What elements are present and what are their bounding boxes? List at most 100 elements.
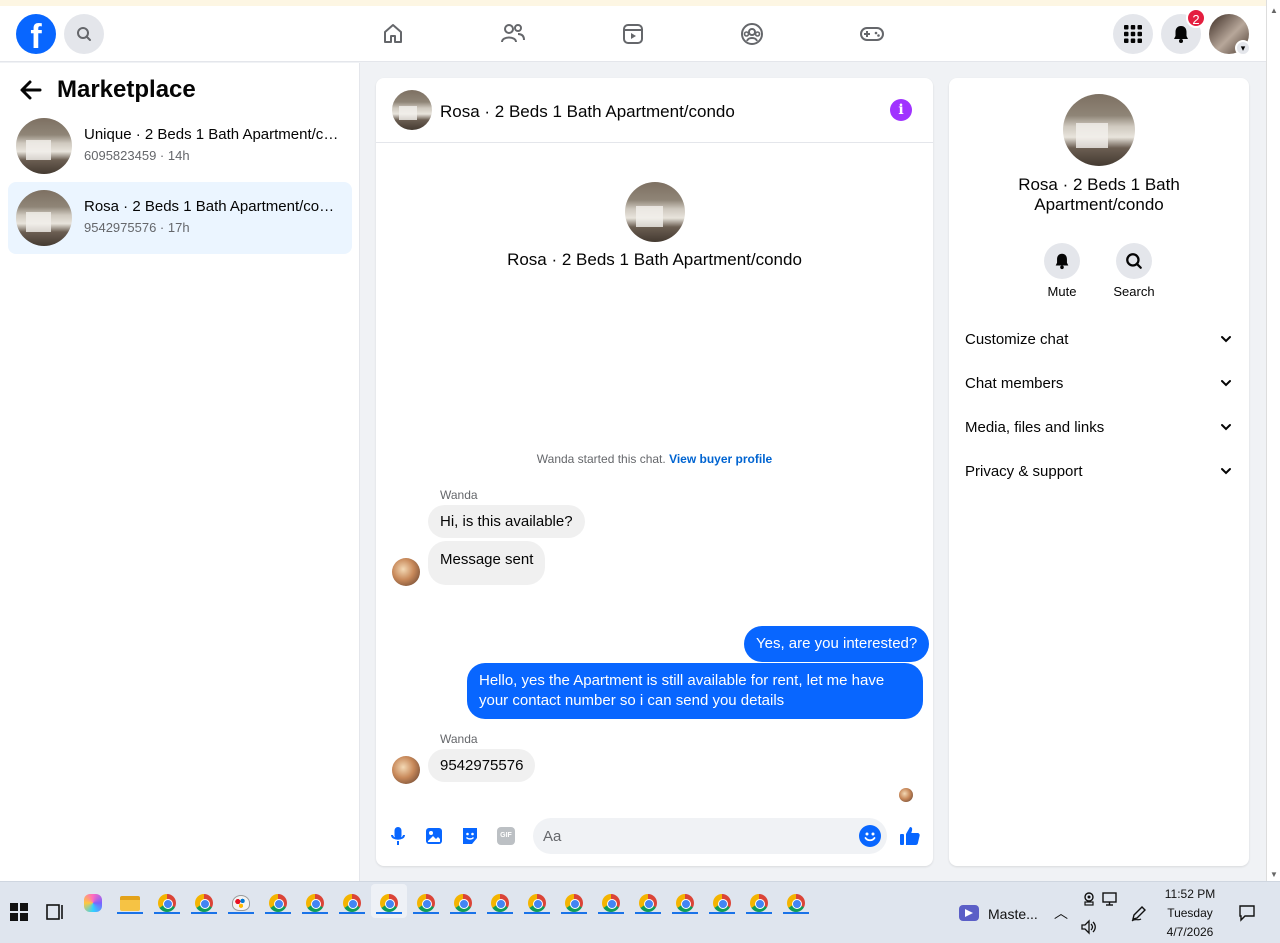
listing-thumbnail-large[interactable] xyxy=(1063,94,1135,166)
menu-button[interactable] xyxy=(1113,14,1153,54)
volume-button[interactable] xyxy=(1076,914,1102,940)
message-bubble-incoming[interactable]: 9542975576 xyxy=(428,749,536,782)
mute-button[interactable] xyxy=(1044,243,1080,279)
chrome-icon xyxy=(417,894,435,912)
chevron-up-icon[interactable]: ︿ xyxy=(1054,903,1068,923)
customize-chat-row[interactable]: Customize chat xyxy=(957,318,1241,362)
page-scrollbar[interactable]: ▲ ▼ xyxy=(1266,0,1280,881)
taskbar-active-indicator xyxy=(487,912,513,914)
nav-groups-button[interactable] xyxy=(738,20,766,48)
section-label: Customize chat xyxy=(965,331,1069,348)
taskbar-active-indicator xyxy=(635,912,661,914)
facebook-logo[interactable]: f xyxy=(16,14,56,54)
gif-button[interactable]: GIF xyxy=(494,824,518,848)
taskbar-active-indicator xyxy=(783,912,809,914)
message-bubble-outgoing[interactable]: Hello, yes the Apartment is still availa… xyxy=(467,663,923,719)
top-navigation-bar: f 2 ▾ xyxy=(0,6,1266,62)
conversation-item-active[interactable]: Rosa · 2 Beds 1 Bath Apartment/condo 954… xyxy=(8,182,352,254)
notification-badge: 2 xyxy=(1186,8,1206,28)
nav-video-button[interactable] xyxy=(619,20,647,48)
sticker-button[interactable] xyxy=(458,824,482,848)
chat-members-row[interactable]: Chat members xyxy=(957,362,1241,406)
scroll-up-icon[interactable]: ▲ xyxy=(1270,6,1278,15)
message-input-box[interactable] xyxy=(533,818,887,854)
zoom-taskbar-button[interactable] xyxy=(956,900,982,926)
details-title: Rosa · 2 Beds 1 Bath Apartment/condo xyxy=(1018,175,1180,214)
view-buyer-profile-link[interactable]: View buyer profile xyxy=(669,452,772,466)
taskbar-active-indicator xyxy=(598,912,624,914)
message-sender: Wanda xyxy=(440,732,478,746)
attach-photo-button[interactable] xyxy=(422,824,446,848)
thumbs-up-icon xyxy=(900,827,920,845)
message-bubble-incoming[interactable]: Hi, is this available? xyxy=(428,505,585,538)
chrome-icon xyxy=(565,894,583,912)
clock-day[interactable]: Tuesday xyxy=(1162,906,1218,920)
groups-icon xyxy=(741,23,763,45)
listing-thumbnail-large xyxy=(625,182,685,242)
search-icon xyxy=(77,27,91,41)
chevron-down-icon[interactable]: ▾ xyxy=(1235,40,1251,56)
nav-home-button[interactable] xyxy=(379,20,407,48)
started-text: Wanda started this chat. xyxy=(536,452,666,466)
search-in-chat-button[interactable] xyxy=(1116,243,1152,279)
conversation-item[interactable]: Unique · 2 Beds 1 Bath Apartment/condo 6… xyxy=(8,110,352,182)
windows-icon xyxy=(10,903,28,921)
chrome-icon xyxy=(602,894,620,912)
search-icon xyxy=(1126,253,1142,269)
message-bubble-incoming[interactable]: Message sent xyxy=(428,541,546,585)
taskbar-active-indicator xyxy=(524,912,550,914)
taskbar-active-indicator xyxy=(302,912,328,914)
listing-thumbnail[interactable] xyxy=(392,90,432,130)
network-button[interactable] xyxy=(1098,886,1124,912)
message-input[interactable] xyxy=(533,818,833,854)
message-sender: Wanda xyxy=(440,488,478,502)
copilot-taskbar-button[interactable] xyxy=(80,890,106,916)
pen-icon xyxy=(1131,906,1146,922)
taskbar-active-indicator xyxy=(450,912,476,914)
chevron-down-icon xyxy=(1221,424,1231,431)
conversation-subtitle: 9542975576 · 17h xyxy=(84,220,190,235)
clock-date[interactable]: 4/7/2026 xyxy=(1162,925,1218,939)
speaker-icon xyxy=(1081,919,1096,935)
chat-title[interactable]: Rosa · 2 Beds 1 Bath Apartment/condo xyxy=(440,102,735,122)
section-label: Media, files and links xyxy=(965,419,1105,436)
pen-menu-button[interactable] xyxy=(1126,900,1152,926)
sender-avatar[interactable] xyxy=(392,558,420,586)
camera-tray-icon xyxy=(1084,892,1094,906)
message-bubble-outgoing[interactable]: Yes, are you interested? xyxy=(744,626,930,662)
taskbar-active-indicator xyxy=(265,912,291,914)
privacy-support-row[interactable]: Privacy & support xyxy=(957,450,1241,494)
media-files-links-row[interactable]: Media, files and links xyxy=(957,406,1241,450)
video-camera-icon xyxy=(959,905,979,921)
listing-thumbnail xyxy=(16,190,72,246)
page-title: Marketplace xyxy=(57,76,196,103)
back-button[interactable] xyxy=(18,77,46,105)
chrome-icon xyxy=(269,894,287,912)
scroll-down-icon[interactable]: ▼ xyxy=(1270,870,1278,879)
section-label: Chat members xyxy=(965,375,1064,392)
mute-label: Mute xyxy=(1047,284,1077,299)
chrome-icon xyxy=(195,894,213,912)
microphone-icon xyxy=(391,827,405,845)
like-button[interactable] xyxy=(898,824,922,848)
taskbar-active-indicator xyxy=(117,912,143,914)
nav-friends-button[interactable] xyxy=(499,20,527,48)
taskbar-app-label[interactable]: Maste... xyxy=(988,906,1038,922)
search-button[interactable] xyxy=(64,14,104,54)
notification-center-button[interactable] xyxy=(1234,900,1260,926)
arrow-left-icon xyxy=(20,80,42,100)
clock-time[interactable]: 11:52 PM xyxy=(1162,887,1218,901)
chrome-icon xyxy=(343,894,361,912)
emoji-icon[interactable] xyxy=(859,825,881,847)
chat-started-notice: Wanda started this chat. View buyer prof… xyxy=(376,452,933,466)
info-icon[interactable]: i xyxy=(890,99,912,121)
sender-avatar[interactable] xyxy=(392,756,420,784)
taskbar-active-indicator xyxy=(413,912,439,914)
section-label: Privacy & support xyxy=(965,463,1083,480)
windows-start-button[interactable] xyxy=(6,899,32,925)
voice-clip-button[interactable] xyxy=(386,824,410,848)
chrome-icon xyxy=(713,894,731,912)
task-view-button[interactable] xyxy=(42,899,68,925)
nav-gaming-button[interactable] xyxy=(858,20,886,48)
taskbar-active-indicator xyxy=(746,912,772,914)
